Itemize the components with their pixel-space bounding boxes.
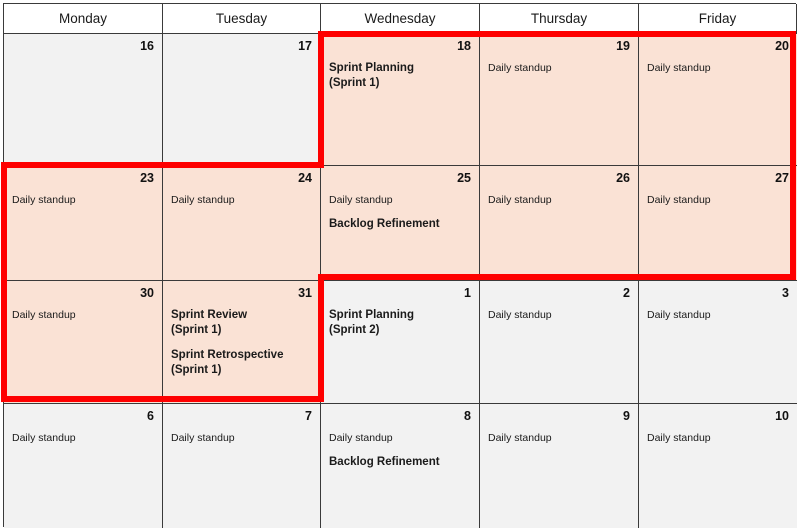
- day-events: Daily standup: [647, 61, 789, 75]
- day-number: 18: [457, 39, 471, 53]
- calendar-event[interactable]: Daily standup: [171, 193, 312, 207]
- day-number: 9: [623, 409, 630, 423]
- day-cell[interactable]: 19 Daily standup: [480, 34, 639, 166]
- day-events: Daily standup Backlog Refinement: [329, 431, 471, 470]
- day-cell[interactable]: 17: [163, 34, 321, 166]
- calendar-event[interactable]: Daily standup: [647, 193, 789, 207]
- day-number: 1: [464, 286, 471, 300]
- day-events: Daily standup: [12, 193, 154, 207]
- day-number: 23: [140, 171, 154, 185]
- day-cell[interactable]: 2 Daily standup: [480, 281, 639, 404]
- calendar-event[interactable]: Daily standup: [488, 61, 630, 75]
- calendar-event[interactable]: Sprint Retrospective (Sprint 1): [171, 348, 312, 378]
- day-events: Sprint Planning (Sprint 1): [329, 61, 471, 91]
- column-header-thursday: Thursday: [480, 4, 639, 34]
- day-number: 10: [775, 409, 789, 423]
- day-events: Daily standup: [647, 193, 789, 207]
- day-cell[interactable]: 1 Sprint Planning (Sprint 2): [321, 281, 480, 404]
- calendar-event[interactable]: Backlog Refinement: [329, 217, 471, 232]
- day-events: Daily standup: [647, 308, 789, 322]
- column-header-label: Tuesday: [215, 11, 268, 26]
- calendar-event[interactable]: Sprint Planning (Sprint 1): [329, 61, 471, 91]
- day-events: Daily standup: [488, 193, 630, 207]
- day-number: 3: [782, 286, 789, 300]
- day-cell[interactable]: 3 Daily standup: [639, 281, 797, 404]
- column-header-label: Wednesday: [364, 11, 436, 26]
- calendar-grid: Monday Tuesday Wednesday Thursday Friday…: [3, 3, 797, 528]
- calendar-event[interactable]: Daily standup: [488, 308, 630, 322]
- day-number: 17: [298, 39, 312, 53]
- column-header-tuesday: Tuesday: [163, 4, 321, 34]
- day-cell[interactable]: 6 Daily standup: [4, 404, 163, 528]
- day-number: 20: [775, 39, 789, 53]
- calendar-event[interactable]: Daily standup: [488, 431, 630, 445]
- day-cell[interactable]: 20 Daily standup: [639, 34, 797, 166]
- day-events: Daily standup: [488, 61, 630, 75]
- day-cell[interactable]: 16: [4, 34, 163, 166]
- calendar-event[interactable]: Backlog Refinement: [329, 455, 471, 470]
- calendar-event[interactable]: Daily standup: [647, 61, 789, 75]
- day-number: 19: [616, 39, 630, 53]
- day-number: 25: [457, 171, 471, 185]
- day-cell[interactable]: 26 Daily standup: [480, 166, 639, 281]
- day-number: 8: [464, 409, 471, 423]
- day-number: 30: [140, 286, 154, 300]
- calendar-event[interactable]: Daily standup: [488, 193, 630, 207]
- calendar-event[interactable]: Daily standup: [329, 193, 471, 207]
- calendar-event[interactable]: Daily standup: [12, 193, 154, 207]
- calendar-event[interactable]: Sprint Planning (Sprint 2): [329, 308, 471, 338]
- day-cell[interactable]: 31 Sprint Review (Sprint 1) Sprint Retrosp…: [163, 281, 321, 404]
- calendar-event[interactable]: Daily standup: [12, 308, 154, 322]
- calendar-event[interactable]: Daily standup: [329, 431, 471, 445]
- day-number: 27: [775, 171, 789, 185]
- day-number: 7: [305, 409, 312, 423]
- day-cell[interactable]: 8 Daily standup Backlog Refinement: [321, 404, 480, 528]
- day-cell[interactable]: 27 Daily standup: [639, 166, 797, 281]
- day-number: 26: [616, 171, 630, 185]
- column-header-friday: Friday: [639, 4, 797, 34]
- day-cell[interactable]: 23 Daily standup: [4, 166, 163, 281]
- day-events: Daily standup: [488, 431, 630, 445]
- day-cell[interactable]: 9 Daily standup: [480, 404, 639, 528]
- day-cell[interactable]: 30 Daily standup: [4, 281, 163, 404]
- day-cell[interactable]: 10 Daily standup: [639, 404, 797, 528]
- day-events: Sprint Review (Sprint 1) Sprint Retrospec…: [171, 308, 312, 378]
- day-events: Daily standup: [647, 431, 789, 445]
- column-header-monday: Monday: [4, 4, 163, 34]
- day-number: 6: [147, 409, 154, 423]
- day-events: Daily standup Backlog Refinement: [329, 193, 471, 232]
- column-header-label: Monday: [58, 11, 108, 26]
- day-number: 2: [623, 286, 630, 300]
- day-cell[interactable]: 18 Sprint Planning (Sprint 1): [321, 34, 480, 166]
- calendar-event[interactable]: Daily standup: [647, 308, 789, 322]
- day-events: Daily standup: [12, 308, 154, 322]
- day-events: Sprint Planning (Sprint 2): [329, 308, 471, 338]
- calendar-container: Monday Tuesday Wednesday Thursday Friday…: [0, 0, 800, 530]
- day-events: Daily standup: [171, 193, 312, 207]
- calendar-event[interactable]: Daily standup: [647, 431, 789, 445]
- calendar-event[interactable]: Daily standup: [171, 431, 312, 445]
- calendar-event[interactable]: Daily standup: [12, 431, 154, 445]
- day-cell[interactable]: 7 Daily standup: [163, 404, 321, 528]
- column-header-label: Friday: [698, 11, 737, 26]
- day-cell[interactable]: 24 Daily standup: [163, 166, 321, 281]
- day-number: 31: [298, 286, 312, 300]
- day-events: Daily standup: [12, 431, 154, 445]
- day-events: Daily standup: [171, 431, 312, 445]
- day-events: Daily standup: [488, 308, 630, 322]
- calendar-event[interactable]: Sprint Review (Sprint 1): [171, 308, 312, 338]
- column-header-wednesday: Wednesday: [321, 4, 480, 34]
- day-number: 24: [298, 171, 312, 185]
- day-cell[interactable]: 25 Daily standup Backlog Refinement: [321, 166, 480, 281]
- column-header-label: Thursday: [530, 11, 588, 26]
- day-number: 16: [140, 39, 154, 53]
